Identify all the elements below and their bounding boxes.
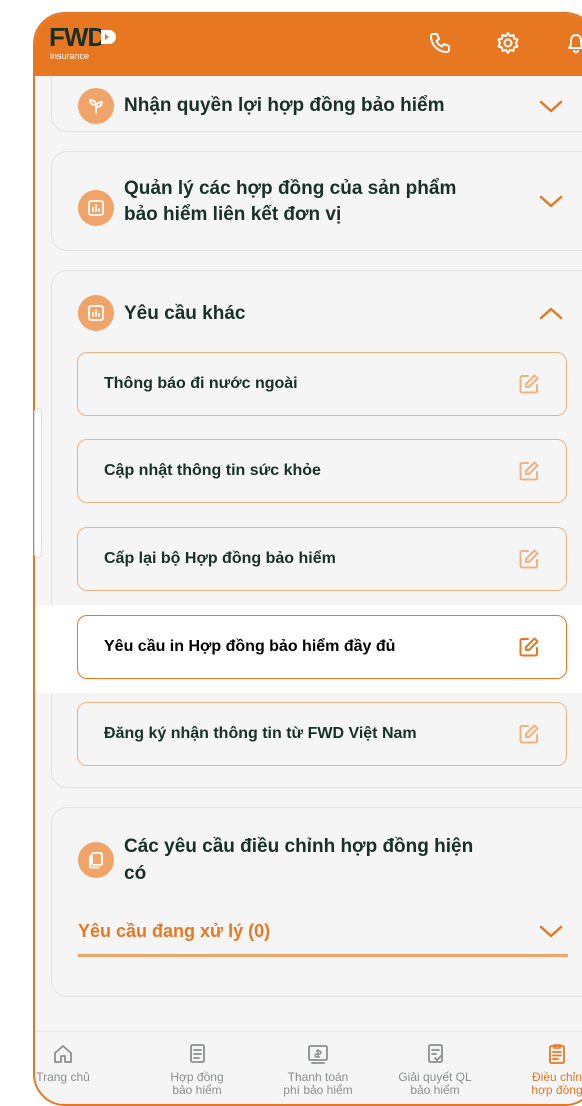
chart-icon-circle — [78, 295, 114, 331]
gear-icon[interactable] — [495, 30, 521, 56]
chart-icon-circle — [78, 190, 114, 226]
item-subscribe-fwd-info[interactable]: Đăng ký nhận thông tin từ FWD Việt Nam — [77, 702, 567, 766]
nav-label-line2: hợp đồng — [531, 1083, 582, 1097]
clipboard-icon — [549, 1044, 565, 1064]
chevron-down-icon[interactable] — [538, 99, 564, 115]
unit-linked-title-line2: bảo hiểm liên kết đơn vị — [124, 204, 342, 225]
nav-label-line2: bảo hiểm — [172, 1083, 222, 1097]
home-icon — [54, 1045, 72, 1063]
phone-frame: Nhận quyền lợi hợp đồng bảo hiểm Quản lý… — [33, 12, 582, 1106]
document-icon — [190, 1044, 205, 1063]
logo-subtitle: insurance — [50, 51, 90, 61]
chart-icon — [88, 305, 104, 321]
adjust-requests-card: Các yêu cầu điều chỉnh hợp đồng hiện có … — [51, 807, 582, 997]
edit-icon — [519, 637, 539, 657]
nav-home[interactable]: Trang chủ — [35, 1042, 113, 1084]
item-print-full-contract[interactable]: Yêu cầu in Hợp đồng bảo hiểm đầy đủ — [77, 615, 567, 679]
app-header: FWD insurance — [35, 14, 582, 76]
copy-icon-circle — [78, 842, 114, 878]
other-requests-title: Yêu cầu khác — [124, 303, 246, 324]
adjust-title-line1: Các yêu cầu điều chỉnh hợp đồng hiện — [124, 836, 474, 857]
pending-underline — [78, 954, 568, 957]
plant-icon — [89, 99, 103, 114]
nav-payment[interactable]: Thanh toán phí bảo hiểm — [268, 1042, 368, 1097]
pending-requests-label[interactable]: Yêu cầu đang xử lý (0) — [78, 920, 270, 942]
nav-label-line2: bảo hiểm — [410, 1083, 460, 1097]
nav-label-line2: phí bảo hiểm — [283, 1083, 353, 1097]
copy-icon — [89, 852, 103, 869]
item-label: Thông báo đi nước ngoài — [104, 375, 298, 392]
bell-icon[interactable] — [563, 30, 582, 56]
edit-icon — [519, 374, 539, 394]
item-travel-abroad[interactable]: Thông báo đi nước ngoài — [77, 352, 567, 416]
item-label: Yêu cầu in Hợp đồng bảo hiểm đầy đủ — [104, 638, 396, 655]
payment-icon — [308, 1045, 328, 1064]
chevron-down-icon[interactable] — [538, 194, 564, 210]
nav-contracts[interactable]: Hợp đồng bảo hiểm — [147, 1042, 247, 1097]
item-health-update[interactable]: Cập nhật thông tin sức khỏe — [77, 439, 567, 503]
nav-label: Trang chủ — [36, 1070, 90, 1084]
claim-icon — [428, 1044, 443, 1063]
scrollbar[interactable] — [34, 408, 42, 558]
adjust-title-line2: có — [124, 863, 147, 884]
edit-icon — [519, 549, 539, 569]
unit-linked-card[interactable]: Quản lý các hợp đồng của sản phẩm bảo hi… — [51, 151, 582, 251]
chevron-up-icon[interactable] — [538, 305, 564, 321]
nav-adjust-contract[interactable]: Điều chỉn hợp đồng — [507, 1042, 582, 1097]
item-label: Cập nhật thông tin sức khỏe — [104, 462, 321, 479]
item-label: Cấp lại bộ Hợp đồng bảo hiểm — [104, 550, 336, 567]
edit-icon — [519, 461, 539, 481]
logo-mark-icon — [101, 30, 116, 44]
benefits-title: Nhận quyền lợi hợp đồng bảo hiểm — [124, 95, 445, 116]
chevron-down-icon[interactable] — [538, 924, 564, 940]
unit-linked-title-line1: Quản lý các hợp đồng của sản phẩm — [124, 178, 457, 199]
bottom-nav: Trang chủ Hợp đồng bảo hiểm Thanh toán p… — [35, 1031, 582, 1104]
phone-icon[interactable] — [427, 30, 453, 56]
item-reissue-contract[interactable]: Cấp lại bộ Hợp đồng bảo hiểm — [77, 527, 567, 591]
chart-icon — [88, 200, 104, 216]
plant-icon-circle — [78, 88, 114, 124]
edit-icon — [519, 724, 539, 744]
item-label: Đăng ký nhận thông tin từ FWD Việt Nam — [104, 725, 417, 742]
nav-claims[interactable]: Giải quyết QL bảo hiểm — [385, 1042, 485, 1097]
